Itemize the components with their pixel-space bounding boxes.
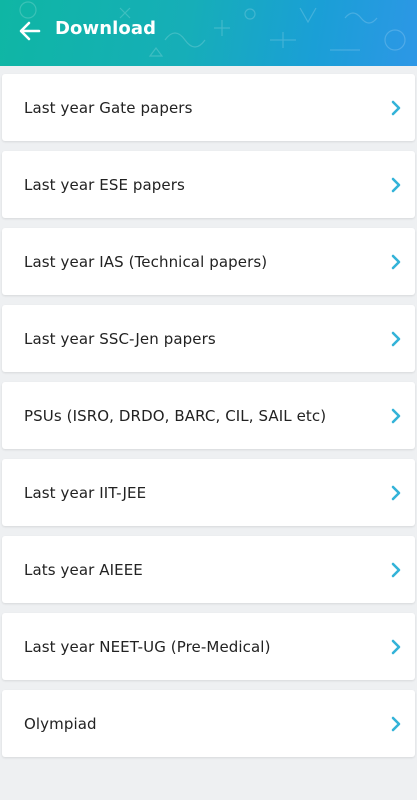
list-item-label: Last year Gate papers bbox=[24, 98, 193, 117]
chevron-right-icon bbox=[391, 716, 401, 731]
chevron-right-icon bbox=[391, 639, 401, 654]
chevron-right-icon bbox=[391, 408, 401, 423]
chevron-right-icon bbox=[391, 331, 401, 346]
chevron-right-icon bbox=[391, 562, 401, 577]
chevron-right-icon bbox=[391, 100, 401, 115]
list-item-aieee[interactable]: Lats year AIEEE bbox=[2, 536, 415, 603]
list-item-label: Lats year AIEEE bbox=[24, 560, 143, 579]
list-item-psus[interactable]: PSUs (ISRO, DRDO, BARC, CIL, SAIL etc) bbox=[2, 382, 415, 449]
list-item-label: Last year NEET-UG (Pre-Medical) bbox=[24, 637, 271, 656]
list-item-iit-jee[interactable]: Last year IIT-JEE bbox=[2, 459, 415, 526]
chevron-right-icon bbox=[391, 177, 401, 192]
list-item-ias-papers[interactable]: Last year IAS (Technical papers) bbox=[2, 228, 415, 295]
page-title: Download bbox=[55, 18, 157, 39]
list-item-olympiad[interactable]: Olympiad bbox=[2, 690, 415, 757]
list-item-ssc-jen-papers[interactable]: Last year SSC-Jen papers bbox=[2, 305, 415, 372]
list-item-label: Last year IAS (Technical papers) bbox=[24, 252, 268, 271]
app-screen: Download Last year Gate papers Last year… bbox=[0, 0, 417, 800]
chevron-right-icon bbox=[391, 485, 401, 500]
list-item-label: Last year ESE papers bbox=[24, 175, 185, 194]
arrow-left-icon bbox=[19, 21, 41, 41]
list-item-label: Last year SSC-Jen papers bbox=[24, 329, 216, 348]
chevron-right-icon bbox=[391, 254, 401, 269]
list-item-label: PSUs (ISRO, DRDO, BARC, CIL, SAIL etc) bbox=[24, 406, 327, 425]
back-button[interactable] bbox=[14, 15, 46, 47]
list-item-gate-papers[interactable]: Last year Gate papers bbox=[2, 74, 415, 141]
list-item-label: Olympiad bbox=[24, 714, 97, 733]
app-bar: Download bbox=[0, 0, 417, 66]
download-category-list: Last year Gate papers Last year ESE pape… bbox=[0, 74, 417, 757]
list-item-neet-ug[interactable]: Last year NEET-UG (Pre-Medical) bbox=[2, 613, 415, 680]
list-item-label: Last year IIT-JEE bbox=[24, 483, 147, 502]
list-item-ese-papers[interactable]: Last year ESE papers bbox=[2, 151, 415, 218]
